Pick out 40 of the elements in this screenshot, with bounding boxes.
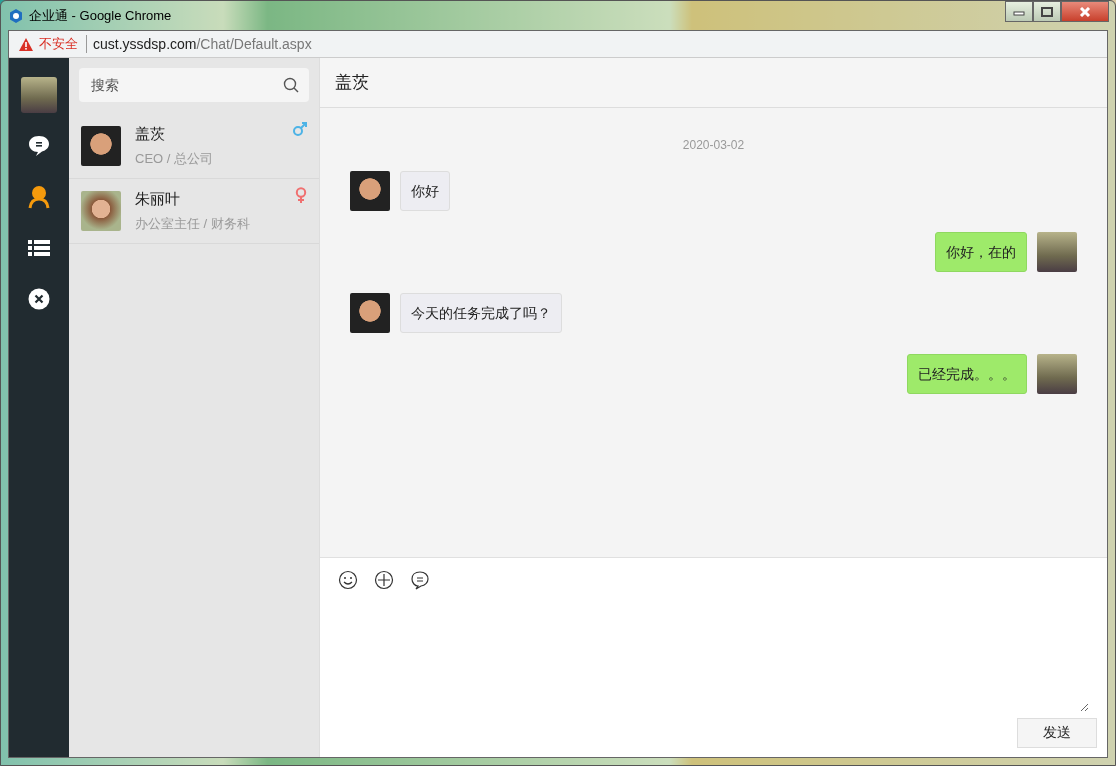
warning-icon <box>19 37 33 51</box>
contact-name: 朱丽叶 <box>135 189 181 209</box>
sender-avatar <box>350 293 390 333</box>
received-message-bubble: 你好 <box>400 171 450 211</box>
window-title: 企业通 - Google Chrome <box>29 6 173 25</box>
chat-bubble-icon[interactable] <box>27 133 51 158</box>
smiley-icon[interactable] <box>338 570 358 590</box>
search-field[interactable]: 搜索 <box>79 68 309 102</box>
url-text[interactable]: cust.yssdsp.com/Chat/Default.aspx <box>93 36 312 52</box>
contact-name: 盖茨 <box>135 124 166 144</box>
close-button[interactable] <box>1061 1 1109 22</box>
own-avatar <box>1037 354 1077 394</box>
list-icon[interactable] <box>28 238 50 257</box>
maximize-icon <box>1040 6 1054 17</box>
minimize-button[interactable] <box>1005 1 1033 22</box>
user-avatar[interactable] <box>21 76 57 113</box>
security-warning[interactable]: 不安全 <box>19 35 87 53</box>
speech-bubble-icon[interactable] <box>410 570 430 590</box>
contact-subtitle: 办公室主任 / 财务科 <box>135 214 251 233</box>
contact-photo <box>81 191 121 231</box>
person-icon[interactable] <box>28 184 50 209</box>
message-date: 2020-03-02 <box>682 138 745 152</box>
sent-message-bubble: 已经完成。。。 <box>907 354 1027 394</box>
plus-circle-icon[interactable] <box>374 570 394 590</box>
send-button[interactable]: 发送 <box>1017 718 1097 748</box>
maximize-button[interactable] <box>1033 1 1061 22</box>
sender-avatar <box>350 171 390 211</box>
contact-item[interactable]: 朱丽叶 办公室主任 / 财务科 <box>69 179 319 244</box>
received-message-bubble: 今天的任务完成了吗？ <box>400 293 562 333</box>
contact-photo <box>81 126 121 166</box>
close-icon <box>1078 6 1092 17</box>
close-circle-icon[interactable] <box>28 287 50 310</box>
app-logo-icon <box>9 8 23 23</box>
contact-item[interactable]: 盖茨 CEO / 总公司 <box>69 114 319 179</box>
sent-message-bubble: 你好，在的 <box>935 232 1027 272</box>
own-avatar <box>1037 232 1077 272</box>
search-input[interactable]: 搜索 <box>89 76 283 94</box>
contact-subtitle: CEO / 总公司 <box>135 149 214 168</box>
security-label: 不安全 <box>39 35 78 53</box>
search-icon[interactable] <box>283 77 299 93</box>
